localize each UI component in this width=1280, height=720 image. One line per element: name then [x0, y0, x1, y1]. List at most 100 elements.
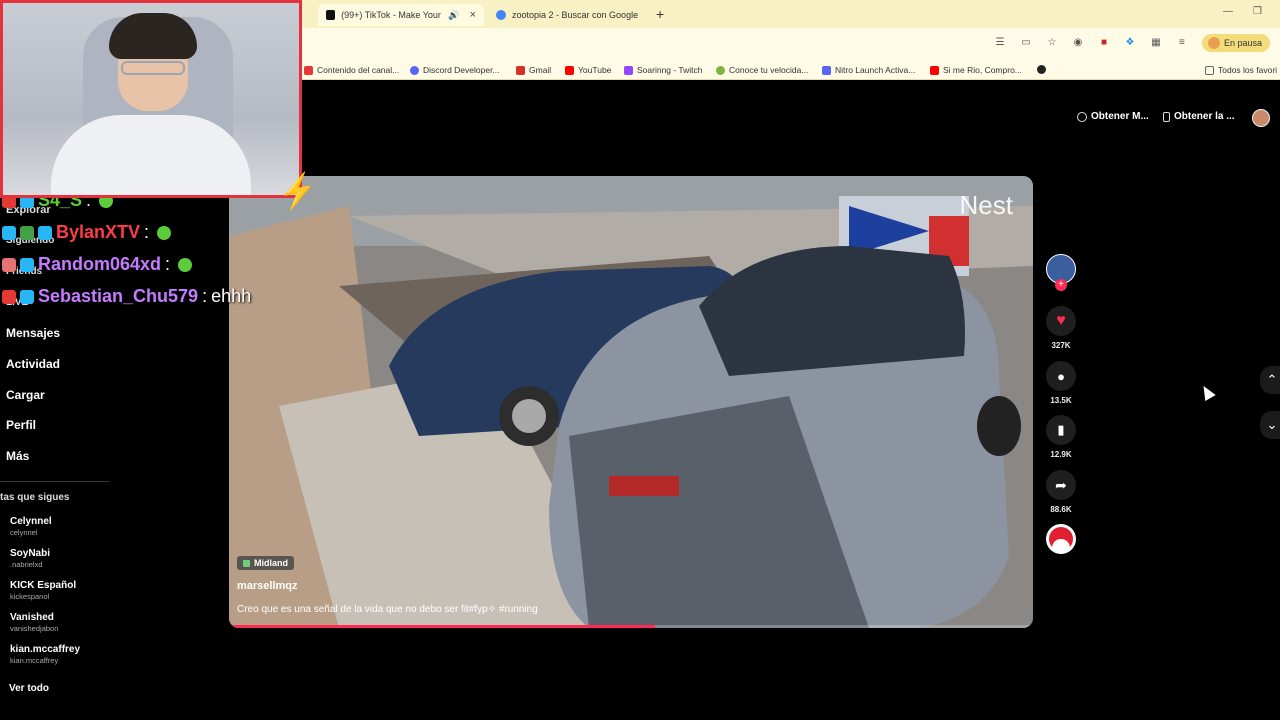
next-video-button[interactable]: ⌄	[1260, 411, 1280, 439]
globe-icon	[1037, 65, 1046, 74]
restore-icon[interactable]: ❐	[1253, 6, 1262, 17]
following-account[interactable]: kian.mccaffrey kian.mccaffrey	[10, 644, 80, 665]
bookmark-item[interactable]: Discord Developer...	[410, 65, 500, 75]
bookmark-star-icon[interactable]: ☆	[1046, 37, 1058, 49]
bookmark-favicon-icon	[304, 65, 313, 75]
chat-separator: :	[144, 222, 150, 242]
following-account[interactable]: Vanished vanishedjabon	[10, 612, 58, 633]
comment-icon[interactable]: ●	[1046, 361, 1076, 391]
video-progress-bar[interactable]	[229, 625, 1033, 628]
bookmark-label: Discord Developer...	[423, 65, 500, 75]
chat-badge-icon	[2, 225, 16, 240]
chat-badge-icon	[20, 257, 34, 272]
divider	[0, 481, 110, 482]
chat-message: BylanXTV :	[2, 222, 172, 243]
bookmark-item[interactable]: YouTube	[565, 65, 611, 75]
speaker-icon[interactable]: 🔊	[448, 10, 459, 21]
sidebar-item-profile[interactable]: Perfil	[6, 418, 36, 432]
location-tag[interactable]: Midland	[237, 556, 294, 570]
youtube-icon	[930, 65, 939, 75]
share-action[interactable]: ➦ 88.6K	[1044, 470, 1078, 514]
person-hair	[109, 13, 197, 59]
extension-icon[interactable]: ◉	[1072, 37, 1084, 49]
account-name: Celynnel	[10, 516, 52, 527]
following-account[interactable]: KICK Español kickespanol	[10, 580, 76, 601]
location-label: Midland	[254, 558, 288, 568]
account-name: Vanished	[10, 612, 54, 623]
account-handle: .nabrielxd	[10, 560, 43, 569]
user-avatar[interactable]	[1252, 109, 1270, 127]
bookmark-label: Todos los favori	[1218, 65, 1278, 75]
video-caption: Creo que es una señal de la vida que no …	[237, 604, 538, 615]
bookmark-item[interactable]: Soarinng - Twitch	[624, 65, 703, 75]
bookmark-item[interactable]: Contenido del canal...	[304, 65, 399, 75]
see-all-link[interactable]: Ver todo	[9, 683, 49, 694]
person-body	[51, 115, 251, 195]
account-handle: celynnel	[10, 528, 38, 537]
comment-action[interactable]: ● 13.5K	[1044, 361, 1078, 405]
like-action[interactable]: ♥ 327K	[1044, 306, 1078, 350]
save-action[interactable]: ▮ 12.9K	[1044, 415, 1078, 459]
extension-blue-icon[interactable]: ❖	[1124, 37, 1136, 49]
puzzle-icon[interactable]: ▦	[1150, 37, 1162, 49]
tab-label: zootopia 2 - Buscar con Google	[512, 10, 639, 20]
minimize-icon[interactable]: —	[1223, 6, 1233, 17]
sidebar-item-more[interactable]: Más	[6, 449, 29, 463]
video-player[interactable]: Nest Midland marsellmqz Creo que es una …	[229, 176, 1033, 628]
close-tab-icon[interactable]: ×	[470, 9, 476, 21]
tab-google[interactable]: zootopia 2 - Buscar con Google	[488, 4, 652, 26]
chat-message: Sebastian_Chu579 : ehhh	[2, 286, 251, 307]
account-name: KICK Español	[10, 580, 77, 591]
chat-username: BylanXTV	[56, 222, 141, 242]
media-icon[interactable]: ≡	[1176, 37, 1188, 49]
bookmark-item[interactable]	[1037, 65, 1046, 74]
video-author[interactable]: marsellmqz	[237, 580, 298, 592]
bookmark-item[interactable]: Conoce tu velocida...	[716, 65, 808, 75]
account-handle: kian.mccaffrey	[10, 656, 59, 665]
discord-icon	[410, 65, 419, 75]
sidebar-item-activity[interactable]: Actividad	[6, 357, 60, 371]
cast-icon[interactable]: ▭	[1020, 37, 1032, 49]
previous-video-button[interactable]: ⌃	[1260, 366, 1280, 394]
new-tab-button[interactable]: +	[656, 6, 664, 22]
profile-pause-button[interactable]: En pausa	[1201, 34, 1270, 52]
account-handle: vanishedjabon	[10, 624, 59, 633]
nest-watermark: Nest	[959, 190, 1013, 220]
chat-separator: :	[202, 286, 208, 306]
bookmark-item[interactable]: Gmail	[516, 65, 551, 75]
sidebar-item-upload[interactable]: Cargar	[6, 388, 45, 402]
all-bookmarks-folder[interactable]: Todos los favori	[1205, 65, 1277, 75]
get-app-button[interactable]: Obtener M...	[1077, 111, 1149, 122]
bookmark-item[interactable]: Si me Rio, Compro...	[930, 65, 1022, 75]
bookmark-label: Nitro Launch Activa...	[835, 65, 916, 75]
heart-icon[interactable]: ♥	[1046, 306, 1076, 336]
share-icon[interactable]: ➦	[1046, 470, 1076, 500]
following-section-title: tas que sigues	[0, 492, 70, 503]
follow-plus-icon[interactable]: +	[1055, 279, 1067, 291]
chat-emote-icon	[178, 257, 193, 272]
pause-label: En pausa	[1223, 38, 1262, 48]
like-count: 327K	[1051, 341, 1071, 350]
tab-tiktok[interactable]: (99+) TikTok - Make Your Da 🔊 ×	[318, 4, 484, 26]
following-account[interactable]: SoyNabi .nabrielxd	[10, 548, 50, 569]
chat-badge-icon	[20, 289, 34, 304]
translate-icon[interactable]: ☰	[994, 37, 1006, 49]
get-desktop-app-button[interactable]: Obtener la ...	[1163, 111, 1235, 122]
phone-icon	[1163, 111, 1170, 122]
video-progress-fill	[229, 625, 656, 628]
get-desktop-label: Obtener la ...	[1174, 111, 1235, 122]
nitro-icon	[822, 65, 831, 75]
music-disc-icon[interactable]	[1046, 524, 1076, 554]
sidebar-item-messages[interactable]: Mensajes	[6, 326, 60, 340]
gmail-icon	[516, 65, 525, 75]
glasses-shape	[121, 61, 185, 75]
account-handle: kickespanol	[10, 592, 50, 601]
window-controls: — ❐	[1223, 6, 1262, 17]
bookmark-icon[interactable]: ▮	[1046, 415, 1076, 445]
account-name: SoyNabi	[10, 548, 51, 559]
extension-red-icon[interactable]: ■	[1098, 37, 1110, 49]
following-account[interactable]: Celynnel celynnel	[10, 516, 52, 537]
folder-icon	[1205, 65, 1214, 75]
chat-badge-icon	[2, 289, 16, 304]
bookmark-item[interactable]: Nitro Launch Activa...	[822, 65, 915, 75]
